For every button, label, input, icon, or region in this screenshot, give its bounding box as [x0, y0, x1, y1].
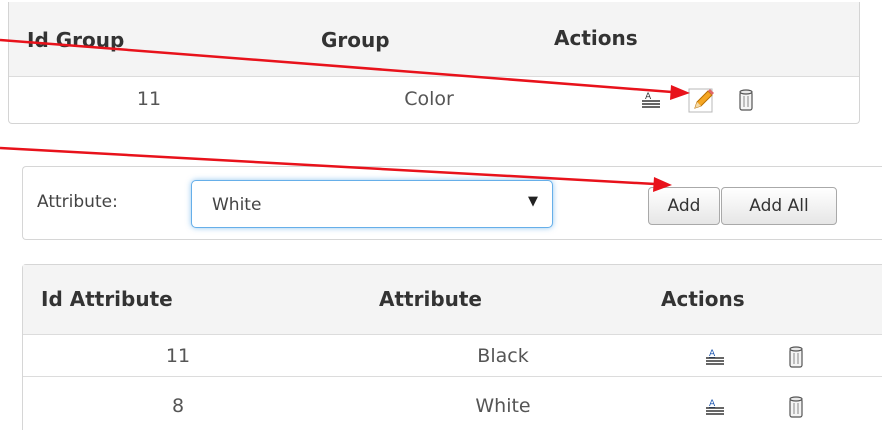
add-button[interactable]: Add: [648, 187, 720, 225]
group-table-header: Id Group Group Actions: [9, 2, 859, 77]
group-table: Id Group Group Actions 11 Color A: [8, 2, 860, 124]
rename-icon[interactable]: A: [705, 347, 725, 367]
attribute-id-cell: 11: [165, 345, 191, 367]
attribute-table-header: Id Attribute Attribute Actions: [23, 265, 882, 335]
column-header-actions: Actions: [554, 26, 638, 50]
rename-icon[interactable]: A: [705, 397, 725, 417]
column-header-group: Group: [321, 28, 390, 52]
attribute-name-cell: Black: [477, 345, 529, 367]
attribute-form: Attribute: White ▼ Add Add All: [22, 166, 882, 240]
attribute-select[interactable]: White ▼: [191, 180, 553, 228]
attribute-label: Attribute:: [37, 192, 118, 212]
row-divider: [23, 376, 882, 377]
rename-icon[interactable]: A: [641, 90, 661, 110]
trash-icon[interactable]: [786, 395, 806, 419]
column-header-attribute: Attribute: [379, 287, 482, 311]
trash-icon[interactable]: [736, 88, 756, 112]
column-header-id-group: Id Group: [27, 28, 125, 52]
caret-down-icon: ▼: [528, 194, 538, 209]
add-all-button[interactable]: Add All: [721, 187, 837, 225]
attribute-id-cell: 8: [171, 395, 185, 417]
group-id-cell: 11: [136, 88, 162, 110]
column-header-actions: Actions: [661, 287, 745, 311]
attribute-name-cell: White: [475, 395, 531, 417]
attribute-table: Id Attribute Attribute Actions 11 Black …: [22, 264, 882, 430]
edit-pencil-icon[interactable]: [686, 85, 716, 115]
group-name-cell: Color: [404, 88, 454, 110]
attribute-select-value: White: [212, 195, 262, 215]
trash-icon[interactable]: [786, 345, 806, 369]
column-header-id-attribute: Id Attribute: [41, 287, 173, 311]
